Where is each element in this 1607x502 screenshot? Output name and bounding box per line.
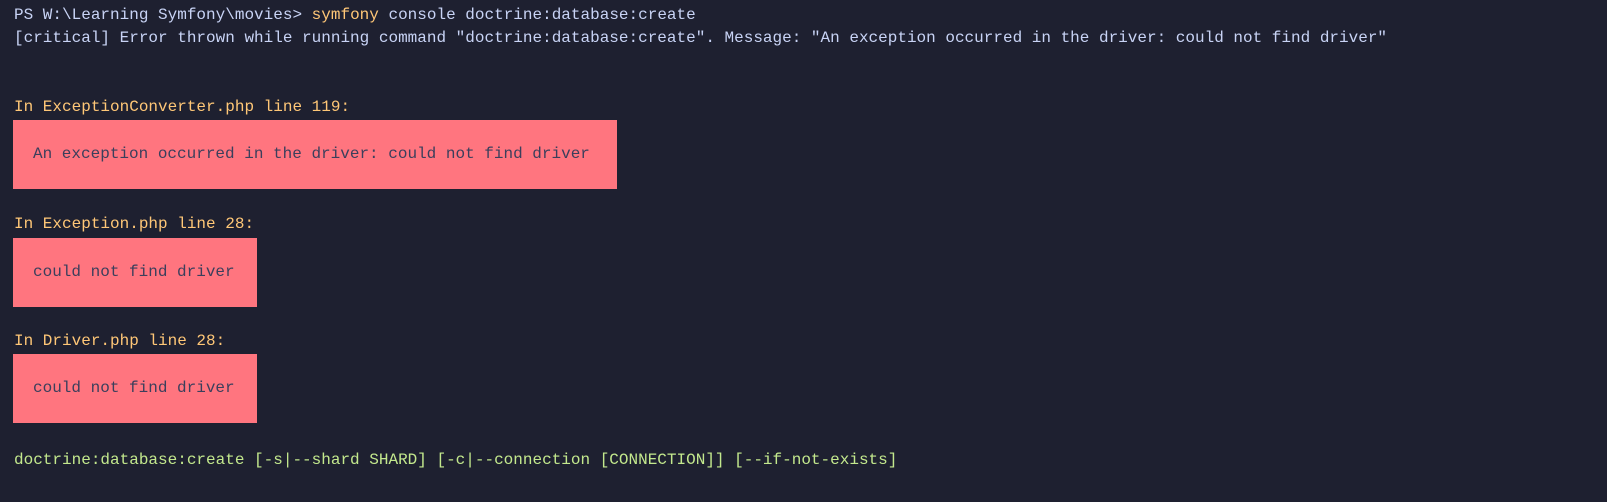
exception-message: could not find driver	[33, 263, 235, 281]
critical-message: [critical] Error thrown while running co…	[14, 29, 1388, 47]
command-args: console doctrine:database:create	[378, 6, 696, 24]
exception-location: In Driver.php line 28:	[14, 332, 226, 350]
prompt-line: PS W:\Learning Symfony\movies> symfony c…	[14, 4, 696, 27]
prompt: PS W:\Learning Symfony\movies>	[14, 6, 312, 24]
exception-location: In Exception.php line 28:	[14, 215, 255, 233]
exception-box: could not find driver	[13, 354, 257, 423]
usage-line: doctrine:database:create [-s|--shard SHA…	[14, 451, 898, 469]
exception-location: In ExceptionConverter.php line 119:	[14, 98, 351, 116]
exception-message: An exception occurred in the driver: cou…	[33, 145, 590, 163]
exception-box: An exception occurred in the driver: cou…	[13, 120, 617, 189]
command-name: symfony	[311, 6, 379, 24]
exception-message: could not find driver	[33, 379, 235, 397]
exception-box: could not find driver	[13, 238, 257, 307]
